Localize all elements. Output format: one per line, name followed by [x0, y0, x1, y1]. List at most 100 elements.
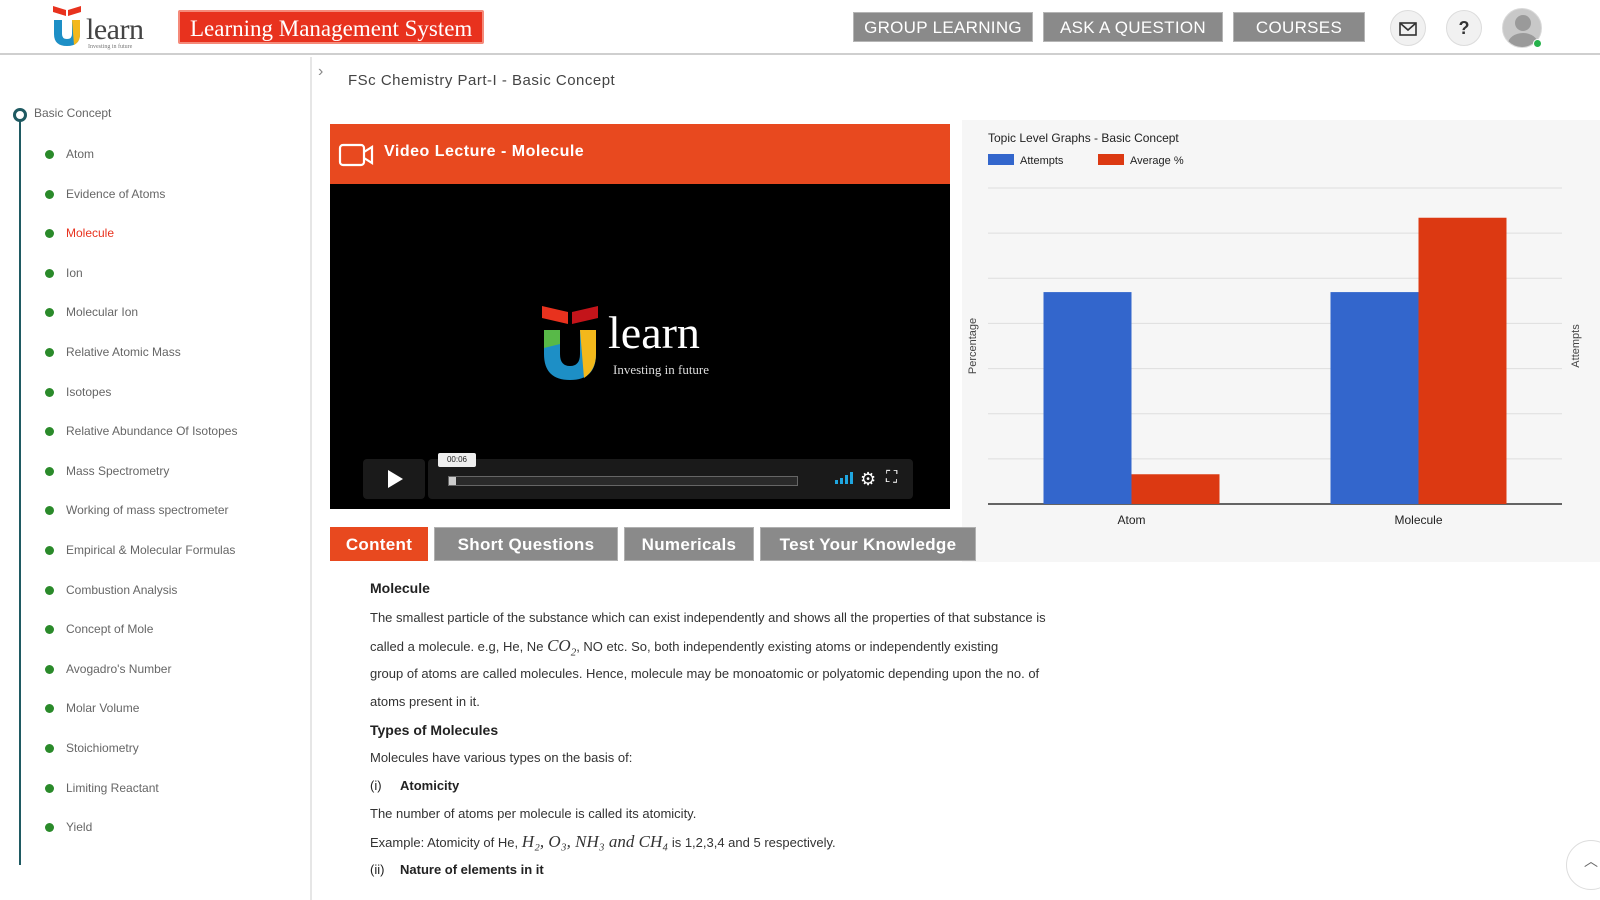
sidebar-item-label: Combustion Analysis	[66, 583, 178, 597]
tab-short-questions[interactable]: Short Questions	[434, 527, 618, 561]
fullscreen-icon[interactable]: ⛶	[886, 469, 897, 487]
chart-bar	[1131, 474, 1220, 504]
tab-test-your-knowledge[interactable]: Test Your Knowledge	[760, 527, 976, 561]
tree-node-dot-icon	[45, 308, 54, 317]
tree-root-label[interactable]: Basic Concept	[34, 106, 111, 120]
ulearn-logo-icon	[53, 6, 81, 46]
chevron-up-icon: ︿	[1584, 853, 1598, 869]
app-title: Learning Management System	[178, 10, 485, 44]
tree-node-dot-icon	[45, 586, 54, 595]
atomicity-definition: The number of atoms per molecule is call…	[370, 806, 697, 821]
sidebar-item-label: Atom	[66, 147, 95, 161]
legend-swatch	[1098, 154, 1124, 165]
video-title: Video Lecture - Molecule	[384, 143, 585, 160]
list-item-nature-of-elements: (ii) Nature of elements in it	[370, 862, 544, 877]
x-tick-label: Atom	[1117, 513, 1145, 527]
chart-bar	[1330, 292, 1419, 504]
video-header: Video Lecture - Molecule	[330, 124, 950, 184]
tree-root-node-icon	[13, 108, 27, 122]
tree-node-dot-icon	[45, 784, 54, 793]
video-progress-fill	[449, 477, 456, 485]
sidebar-item-label: Relative Atomic Mass	[66, 345, 181, 359]
tree-node-dot-icon	[45, 665, 54, 674]
chart-bar	[1418, 217, 1507, 504]
types-heading: Types of Molecules	[370, 722, 499, 738]
tree-node-dot-icon	[45, 190, 54, 199]
scroll-to-top-button[interactable]: ︿	[1566, 840, 1600, 890]
tree-node-dot-icon	[45, 625, 54, 634]
content-paragraph-line: group of atoms are called molecules. Hen…	[370, 666, 1040, 681]
group-learning-button[interactable]: GROUP LEARNING	[853, 12, 1033, 42]
tree-node-dot-icon	[45, 427, 54, 436]
tab-content[interactable]: Content	[330, 527, 428, 561]
y2-axis-label: Attempts	[1570, 324, 1582, 368]
topic-bar-chart: Topic Level Graphs - Basic Concept Attemp…	[967, 131, 1582, 527]
video-logo-text: learn	[608, 307, 700, 358]
collapse-sidebar-chevron-icon[interactable]: ›	[318, 63, 323, 81]
tree-node-dot-icon	[45, 229, 54, 238]
sidebar-item-label: Relative Abundance Of Isotopes	[66, 424, 238, 438]
ask-question-button[interactable]: ASK A QUESTION	[1043, 12, 1223, 42]
help-icon: ?	[1458, 18, 1470, 38]
play-icon	[388, 470, 403, 488]
content-text: called a molecule. e.g, He, Ne	[370, 639, 544, 654]
types-intro: Molecules have various types on the basi…	[370, 750, 633, 765]
sidebar-item-label: Molecule	[66, 226, 115, 240]
sidebar-item-label: Stoichiometry	[66, 741, 139, 755]
tree-connector-line	[19, 115, 21, 865]
volume-icon[interactable]	[835, 470, 857, 484]
tree-node-dot-icon	[45, 388, 54, 397]
settings-gear-icon[interactable]: ⚙	[860, 469, 876, 490]
sidebar-item-label: Yield	[66, 820, 93, 834]
x-tick-label: Molecule	[1394, 513, 1442, 527]
help-button[interactable]: ?	[1446, 10, 1482, 46]
mail-button[interactable]	[1390, 10, 1426, 46]
video-ulearn-logo: learn Investing in future	[538, 304, 738, 384]
tree-node-dot-icon	[45, 150, 54, 159]
content-paragraph-line: atoms present in it.	[370, 694, 480, 709]
tree-node-dot-icon	[45, 744, 54, 753]
legend-swatch	[988, 154, 1014, 165]
logo-tagline: Investing in future	[88, 44, 133, 50]
tree-node-dot-icon	[45, 546, 54, 555]
sidebar-item-label: Empirical & Molecular Formulas	[66, 543, 236, 557]
sidebar-item-label: Isotopes	[66, 385, 112, 399]
page-breadcrumb: FSc Chemistry Part-I - Basic Concept	[348, 72, 616, 89]
content-heading: Molecule	[370, 580, 430, 596]
tree-node-dot-icon	[45, 348, 54, 357]
list-item-atomicity: (i) Atomicity	[370, 778, 460, 793]
content-text: , NO etc. So, both independently existin…	[576, 639, 999, 654]
mail-icon	[1399, 22, 1417, 36]
video-player[interactable]: Video Lecture - Molecule learn Investing…	[330, 124, 950, 509]
video-time-tooltip: 00:06	[438, 453, 476, 467]
sidebar-item-label: Molar Volume	[66, 701, 140, 715]
sidebar-item-label: Mass Spectrometry	[66, 464, 170, 478]
legend-label: Average %	[1130, 155, 1184, 167]
courses-button[interactable]: COURSES	[1233, 12, 1365, 42]
topic-sidebar	[0, 57, 312, 900]
legend-label: Attempts	[1020, 155, 1064, 167]
tab-numericals[interactable]: Numericals	[624, 527, 754, 561]
sidebar-item-label: Molecular Ion	[66, 305, 139, 319]
tree-node-dot-icon	[45, 467, 54, 476]
video-progress-bar[interactable]	[448, 476, 798, 486]
chart-bar	[1043, 292, 1132, 504]
tree-node-dot-icon	[45, 506, 54, 515]
ulearn-logo-large-icon	[542, 306, 598, 380]
top-header: learn Investing in future Learning Manag…	[0, 0, 1600, 55]
play-button[interactable]	[363, 459, 425, 499]
online-status-indicator	[1533, 39, 1542, 48]
ulearn-logo[interactable]: learn Investing in future	[50, 4, 150, 50]
sidebar-item-label: Concept of Mole	[66, 622, 154, 636]
sidebar-item-label: Limiting Reactant	[66, 781, 159, 795]
sidebar-item-label: Ion	[66, 266, 83, 280]
video-camera-icon	[338, 143, 374, 167]
video-logo-tagline: Investing in future	[613, 362, 710, 377]
y-axis-label: Percentage	[967, 318, 979, 374]
logo-text: learn	[86, 13, 144, 46]
math-formula: CO2	[547, 636, 577, 659]
sidebar-item-label: Evidence of Atoms	[66, 187, 166, 201]
tree-node-dot-icon	[45, 269, 54, 278]
topic-chart-panel: Topic Level Graphs - Basic Concept Attemp…	[962, 120, 1600, 562]
sidebar-item-label: Working of mass spectrometer	[66, 503, 229, 517]
